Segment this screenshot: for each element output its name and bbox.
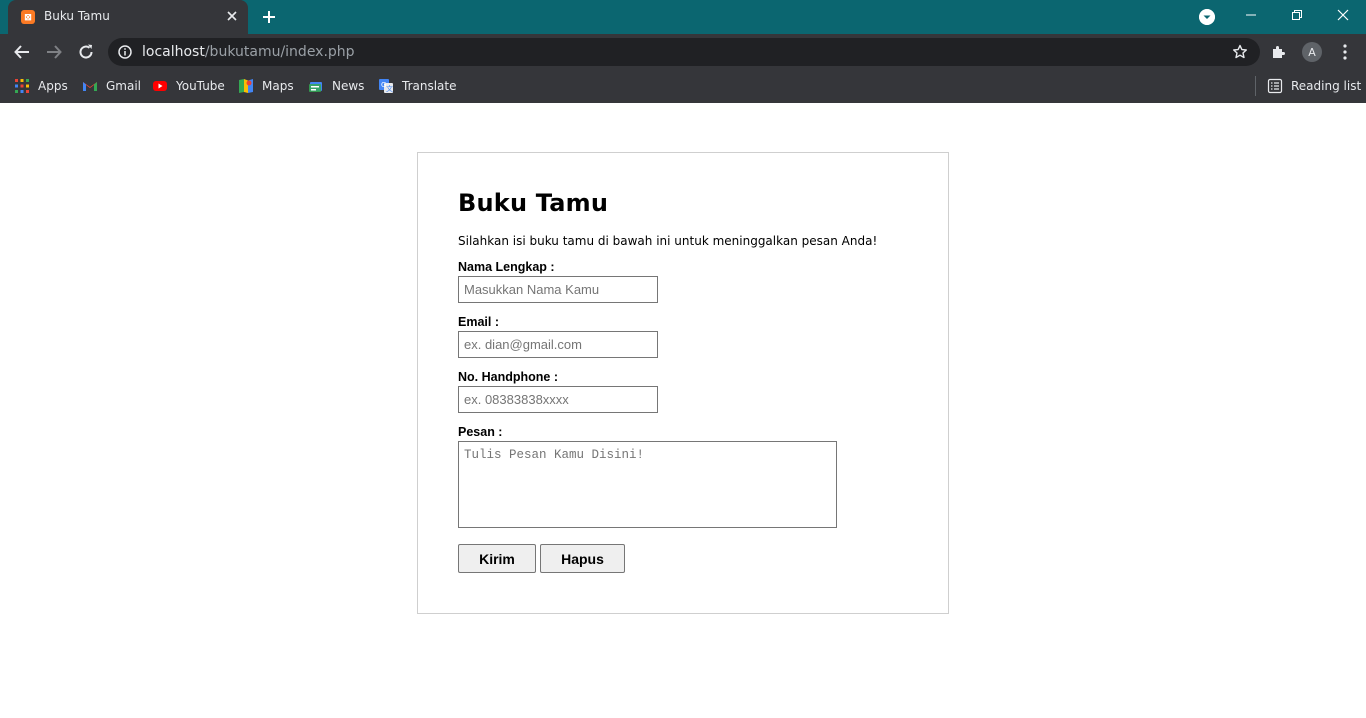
bookmark-label: Apps bbox=[38, 79, 68, 93]
bookmark-label: Gmail bbox=[106, 79, 142, 93]
bookmark-maps[interactable]: Maps bbox=[238, 76, 294, 96]
tab-title: Buku Tamu bbox=[44, 9, 110, 23]
reload-icon bbox=[79, 44, 93, 59]
reading-list-label: Reading list bbox=[1291, 79, 1362, 93]
url-host: localhost bbox=[142, 44, 205, 60]
bookmark-youtube[interactable]: YouTube bbox=[152, 76, 225, 96]
browser-toolbar: localhost/bukutamu/index.php A bbox=[0, 34, 1366, 70]
restore-icon bbox=[1292, 10, 1302, 20]
minimize-icon bbox=[1246, 14, 1256, 16]
kebab-menu-icon[interactable] bbox=[1338, 43, 1352, 61]
close-window-button[interactable] bbox=[1328, 4, 1358, 26]
submit-button[interactable]: Kirim bbox=[458, 544, 536, 573]
intro-text: Silahkan isi buku tamu di bawah ini untu… bbox=[458, 234, 878, 248]
bookmark-translate[interactable]: G 文 Translate bbox=[378, 76, 457, 96]
close-icon bbox=[1337, 9, 1349, 21]
bookmark-label: YouTube bbox=[176, 79, 225, 93]
new-tab-icon[interactable] bbox=[260, 8, 278, 26]
tab-search-dropdown-icon[interactable] bbox=[1199, 9, 1215, 25]
site-info-icon[interactable] bbox=[118, 45, 132, 59]
browser-tab[interactable]: ⊠ Buku Tamu bbox=[8, 0, 248, 34]
name-input[interactable] bbox=[458, 276, 658, 303]
form-buttons: Kirim Hapus bbox=[458, 544, 898, 573]
close-tab-icon[interactable] bbox=[224, 8, 240, 24]
address-bar[interactable]: localhost/bukutamu/index.php bbox=[108, 38, 1260, 66]
restore-button[interactable] bbox=[1282, 4, 1312, 26]
reading-list-icon bbox=[1267, 78, 1283, 94]
profile-avatar[interactable]: A bbox=[1302, 42, 1322, 62]
message-textarea[interactable] bbox=[458, 441, 837, 528]
bookmark-label: News bbox=[332, 79, 365, 93]
maps-icon bbox=[239, 79, 253, 93]
back-button[interactable] bbox=[12, 42, 32, 62]
bookmark-label: Translate bbox=[402, 79, 457, 93]
email-input[interactable] bbox=[458, 331, 658, 358]
bookmark-apps[interactable]: Apps bbox=[14, 76, 68, 96]
email-label: Email : bbox=[458, 315, 499, 329]
gmail-icon bbox=[83, 82, 97, 91]
bookmark-news[interactable]: News bbox=[308, 76, 364, 96]
back-arrow-icon bbox=[14, 45, 29, 59]
minimize-button[interactable] bbox=[1236, 4, 1266, 26]
reset-button[interactable]: Hapus bbox=[540, 544, 625, 573]
news-icon bbox=[309, 82, 322, 92]
guestbook-form: Buku Tamu Silahkan isi buku tamu di bawa… bbox=[458, 189, 898, 573]
youtube-icon bbox=[153, 81, 167, 91]
xampp-favicon-icon: ⊠ bbox=[21, 10, 35, 24]
guestbook-card: Buku Tamu Silahkan isi buku tamu di bawa… bbox=[417, 152, 949, 614]
phone-label: No. Handphone : bbox=[458, 370, 558, 384]
url-text[interactable]: localhost/bukutamu/index.php bbox=[142, 44, 355, 60]
message-label: Pesan : bbox=[458, 425, 503, 439]
bookmark-gmail[interactable]: Gmail bbox=[82, 76, 141, 96]
apps-grid-icon bbox=[15, 79, 29, 93]
bookmark-star-icon[interactable] bbox=[1232, 44, 1248, 60]
translate-icon: G 文 bbox=[379, 79, 393, 93]
bookmarks-separator bbox=[1255, 76, 1256, 96]
name-label: Nama Lengkap : bbox=[458, 260, 555, 274]
forward-arrow-icon bbox=[47, 45, 62, 59]
bookmark-label: Maps bbox=[262, 79, 294, 93]
extensions-puzzle-icon[interactable] bbox=[1271, 44, 1287, 60]
svg-text:文: 文 bbox=[386, 84, 393, 93]
phone-input[interactable] bbox=[458, 386, 658, 413]
forward-button[interactable] bbox=[44, 42, 64, 62]
window-titlebar: ⊠ Buku Tamu bbox=[0, 0, 1366, 34]
reading-list-button[interactable]: Reading list bbox=[1267, 76, 1361, 96]
url-path: /bukutamu/index.php bbox=[204, 44, 355, 60]
page-title: Buku Tamu bbox=[458, 189, 609, 217]
reload-button[interactable] bbox=[76, 42, 96, 62]
bookmarks-bar: Apps Gmail YouTube Maps News G 文 Transla… bbox=[0, 70, 1366, 103]
